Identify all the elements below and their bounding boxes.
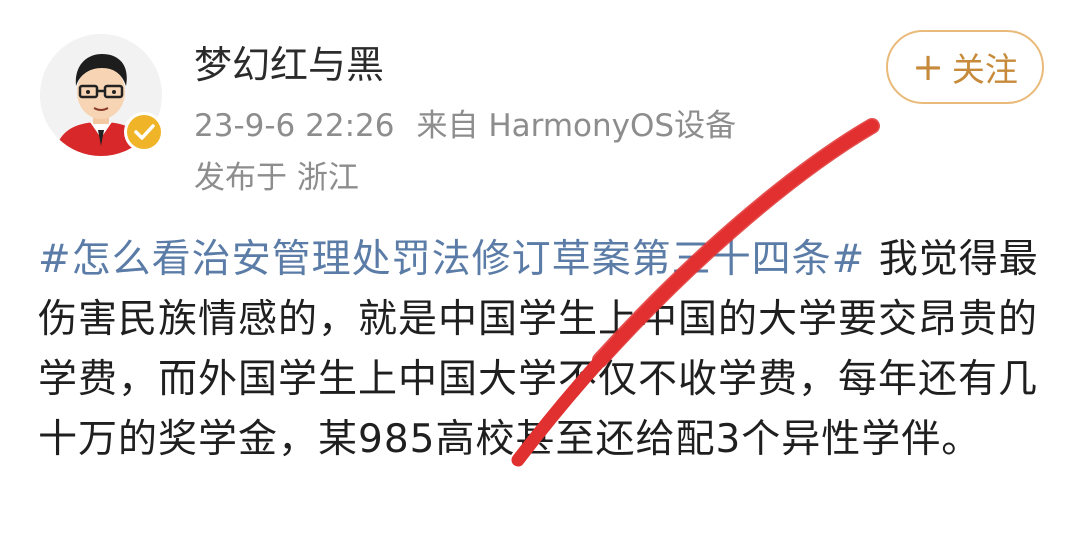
post-location: 发布于 浙江 xyxy=(194,160,359,196)
hashtag-link[interactable]: #怎么看治安管理处罚法修订草案第三十四条# xyxy=(38,237,865,282)
post-date: 23-9-6 22:26 xyxy=(194,108,395,144)
follow-button[interactable]: + 关注 xyxy=(886,30,1044,104)
plus-icon: + xyxy=(912,45,944,89)
avatar[interactable] xyxy=(40,34,164,156)
username[interactable]: 梦幻红与黑 xyxy=(194,38,384,92)
post-content: #怎么看治安管理处罚法修订草案第三十四条# 我觉得最伤害民族情感的，就是中国学生… xyxy=(38,230,1048,470)
post-source: 来自 HarmonyOS设备 xyxy=(416,108,737,144)
post-meta: 23-9-6 22:26 来自 HarmonyOS设备 xyxy=(194,104,736,148)
follow-button-label: 关注 xyxy=(951,50,1018,89)
weibo-post: 梦幻红与黑 23-9-6 22:26 来自 HarmonyOS设备 发布于 浙江 … xyxy=(0,0,1080,552)
verified-badge-icon xyxy=(124,112,164,152)
